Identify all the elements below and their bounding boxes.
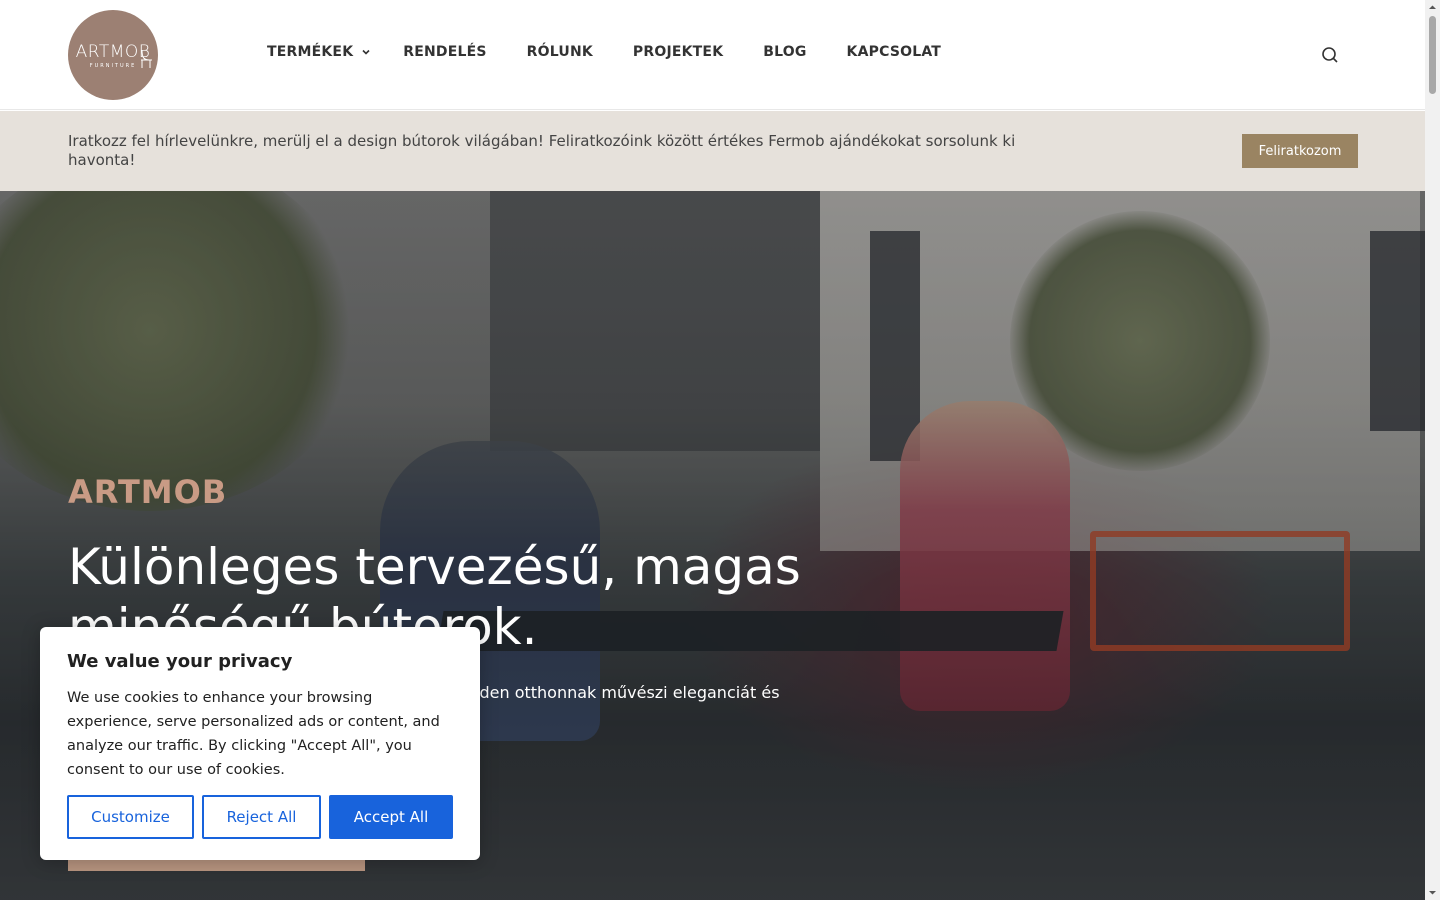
cookie-title: We value your privacy bbox=[67, 651, 293, 672]
scroll-thumb[interactable] bbox=[1429, 16, 1436, 94]
chair-icon bbox=[141, 49, 152, 68]
scroll-down-icon[interactable] bbox=[1428, 888, 1437, 897]
nav-item-label: BLOG bbox=[763, 44, 807, 60]
newsletter-bar: Iratkozz fel hírlevelünkre, merülj el a … bbox=[0, 111, 1425, 191]
main-nav: TERMÉKEK RENDELÉS RÓLUNK PROJEKTEK BLOG … bbox=[267, 44, 981, 60]
subscribe-button[interactable]: Feliratkozom bbox=[1242, 134, 1358, 168]
search-icon[interactable] bbox=[1320, 45, 1340, 65]
cookie-buttons: Customize Reject All Accept All bbox=[67, 795, 461, 839]
cookie-text: We use cookies to enhance your browsing … bbox=[67, 690, 440, 778]
accept-all-button[interactable]: Accept All bbox=[329, 795, 453, 839]
cookie-consent-dialog: We value your privacy We use cookies to … bbox=[40, 627, 480, 860]
nav-item-rendeles[interactable]: RENDELÉS bbox=[403, 44, 486, 60]
nav-item-label: TERMÉKEK bbox=[267, 44, 354, 60]
nav-item-label: RENDELÉS bbox=[403, 44, 487, 60]
site-header: ARTMOB FURNITURE TERMÉKEK RENDELÉS RÓLUN… bbox=[0, 0, 1425, 110]
nav-item-projektek[interactable]: PROJEKTEK bbox=[633, 44, 723, 60]
scroll-up-icon[interactable] bbox=[1428, 3, 1437, 12]
nav-item-termekek[interactable]: TERMÉKEK bbox=[267, 44, 371, 60]
nav-item-blog[interactable]: BLOG bbox=[763, 44, 806, 60]
chevron-down-icon bbox=[362, 49, 370, 55]
scrollbar[interactable] bbox=[1425, 0, 1440, 900]
nav-item-label: KAPCSOLAT bbox=[846, 44, 942, 60]
nav-item-label: PROJEKTEK bbox=[632, 44, 724, 60]
nav-item-label: RÓLUNK bbox=[526, 44, 593, 60]
nav-item-kapcsolat[interactable]: KAPCSOLAT bbox=[847, 44, 941, 60]
customize-button[interactable]: Customize bbox=[67, 795, 194, 839]
logo-subtext: FURNITURE bbox=[89, 62, 137, 69]
logo[interactable]: ARTMOB FURNITURE bbox=[68, 10, 158, 100]
newsletter-text: Iratkozz fel hírlevelünkre, merülj el a … bbox=[68, 132, 1016, 169]
nav-item-rolunk[interactable]: RÓLUNK bbox=[527, 44, 593, 60]
reject-all-button[interactable]: Reject All bbox=[202, 795, 321, 839]
hero-brand: ARTMOB bbox=[68, 473, 228, 511]
